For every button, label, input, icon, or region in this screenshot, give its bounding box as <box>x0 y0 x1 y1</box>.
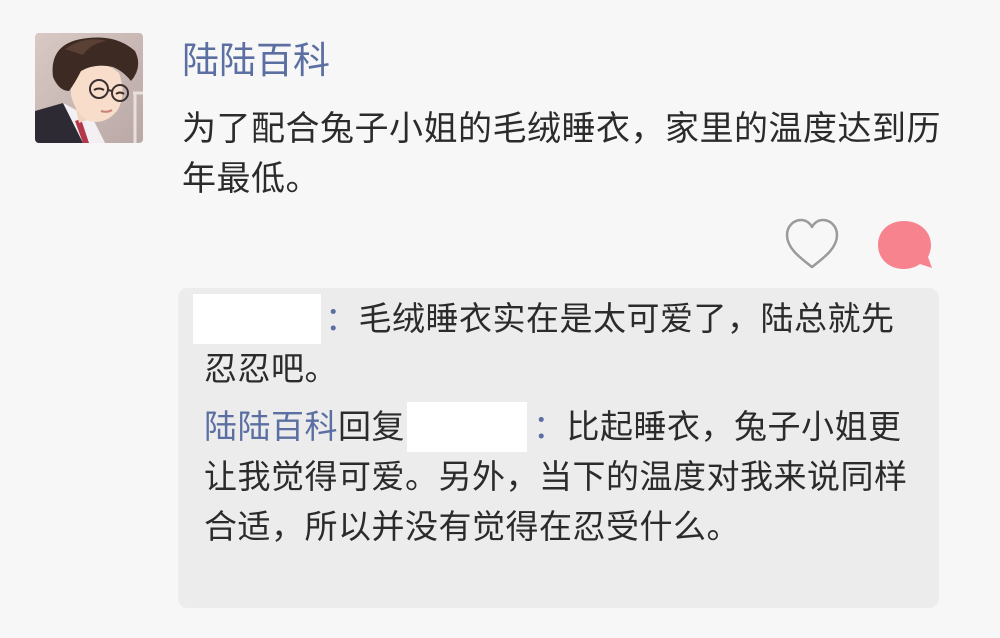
like-button[interactable] <box>784 218 840 272</box>
heart-outline-icon <box>785 218 839 269</box>
speech-bubble-icon <box>878 221 932 269</box>
redacted-reply-target <box>407 402 527 452</box>
comments-section: ：毛绒睡衣实在是太可爱了，陆总就先忍忍吧。 陆陆百科回复 ：比起睡衣，兔子小姐更让… <box>178 288 939 608</box>
redacted-commenter-name <box>193 294 321 344</box>
post-text: 为了配合兔子小姐的毛绒睡衣，家里的温度达到历年最低。 <box>182 109 941 199</box>
reply-word: 回复 <box>338 407 405 446</box>
comment-separator: ： <box>325 299 359 338</box>
comment-separator: ： <box>533 407 567 446</box>
post-author-name[interactable]: 陆陆百科 <box>182 38 330 84</box>
comment-button[interactable] <box>876 218 934 274</box>
author-avatar[interactable] <box>35 33 143 143</box>
comment-item: 陆陆百科回复 ：比起睡衣，兔子小姐更让我觉得可爱。另外，当下的温度对我来说同样合适… <box>204 402 909 552</box>
comment-item: ：毛绒睡衣实在是太可爱了，陆总就先忍忍吧。 <box>193 294 909 394</box>
commenter-name[interactable]: 陆陆百科 <box>204 407 338 446</box>
portrait-man-glasses-icon <box>35 33 143 143</box>
